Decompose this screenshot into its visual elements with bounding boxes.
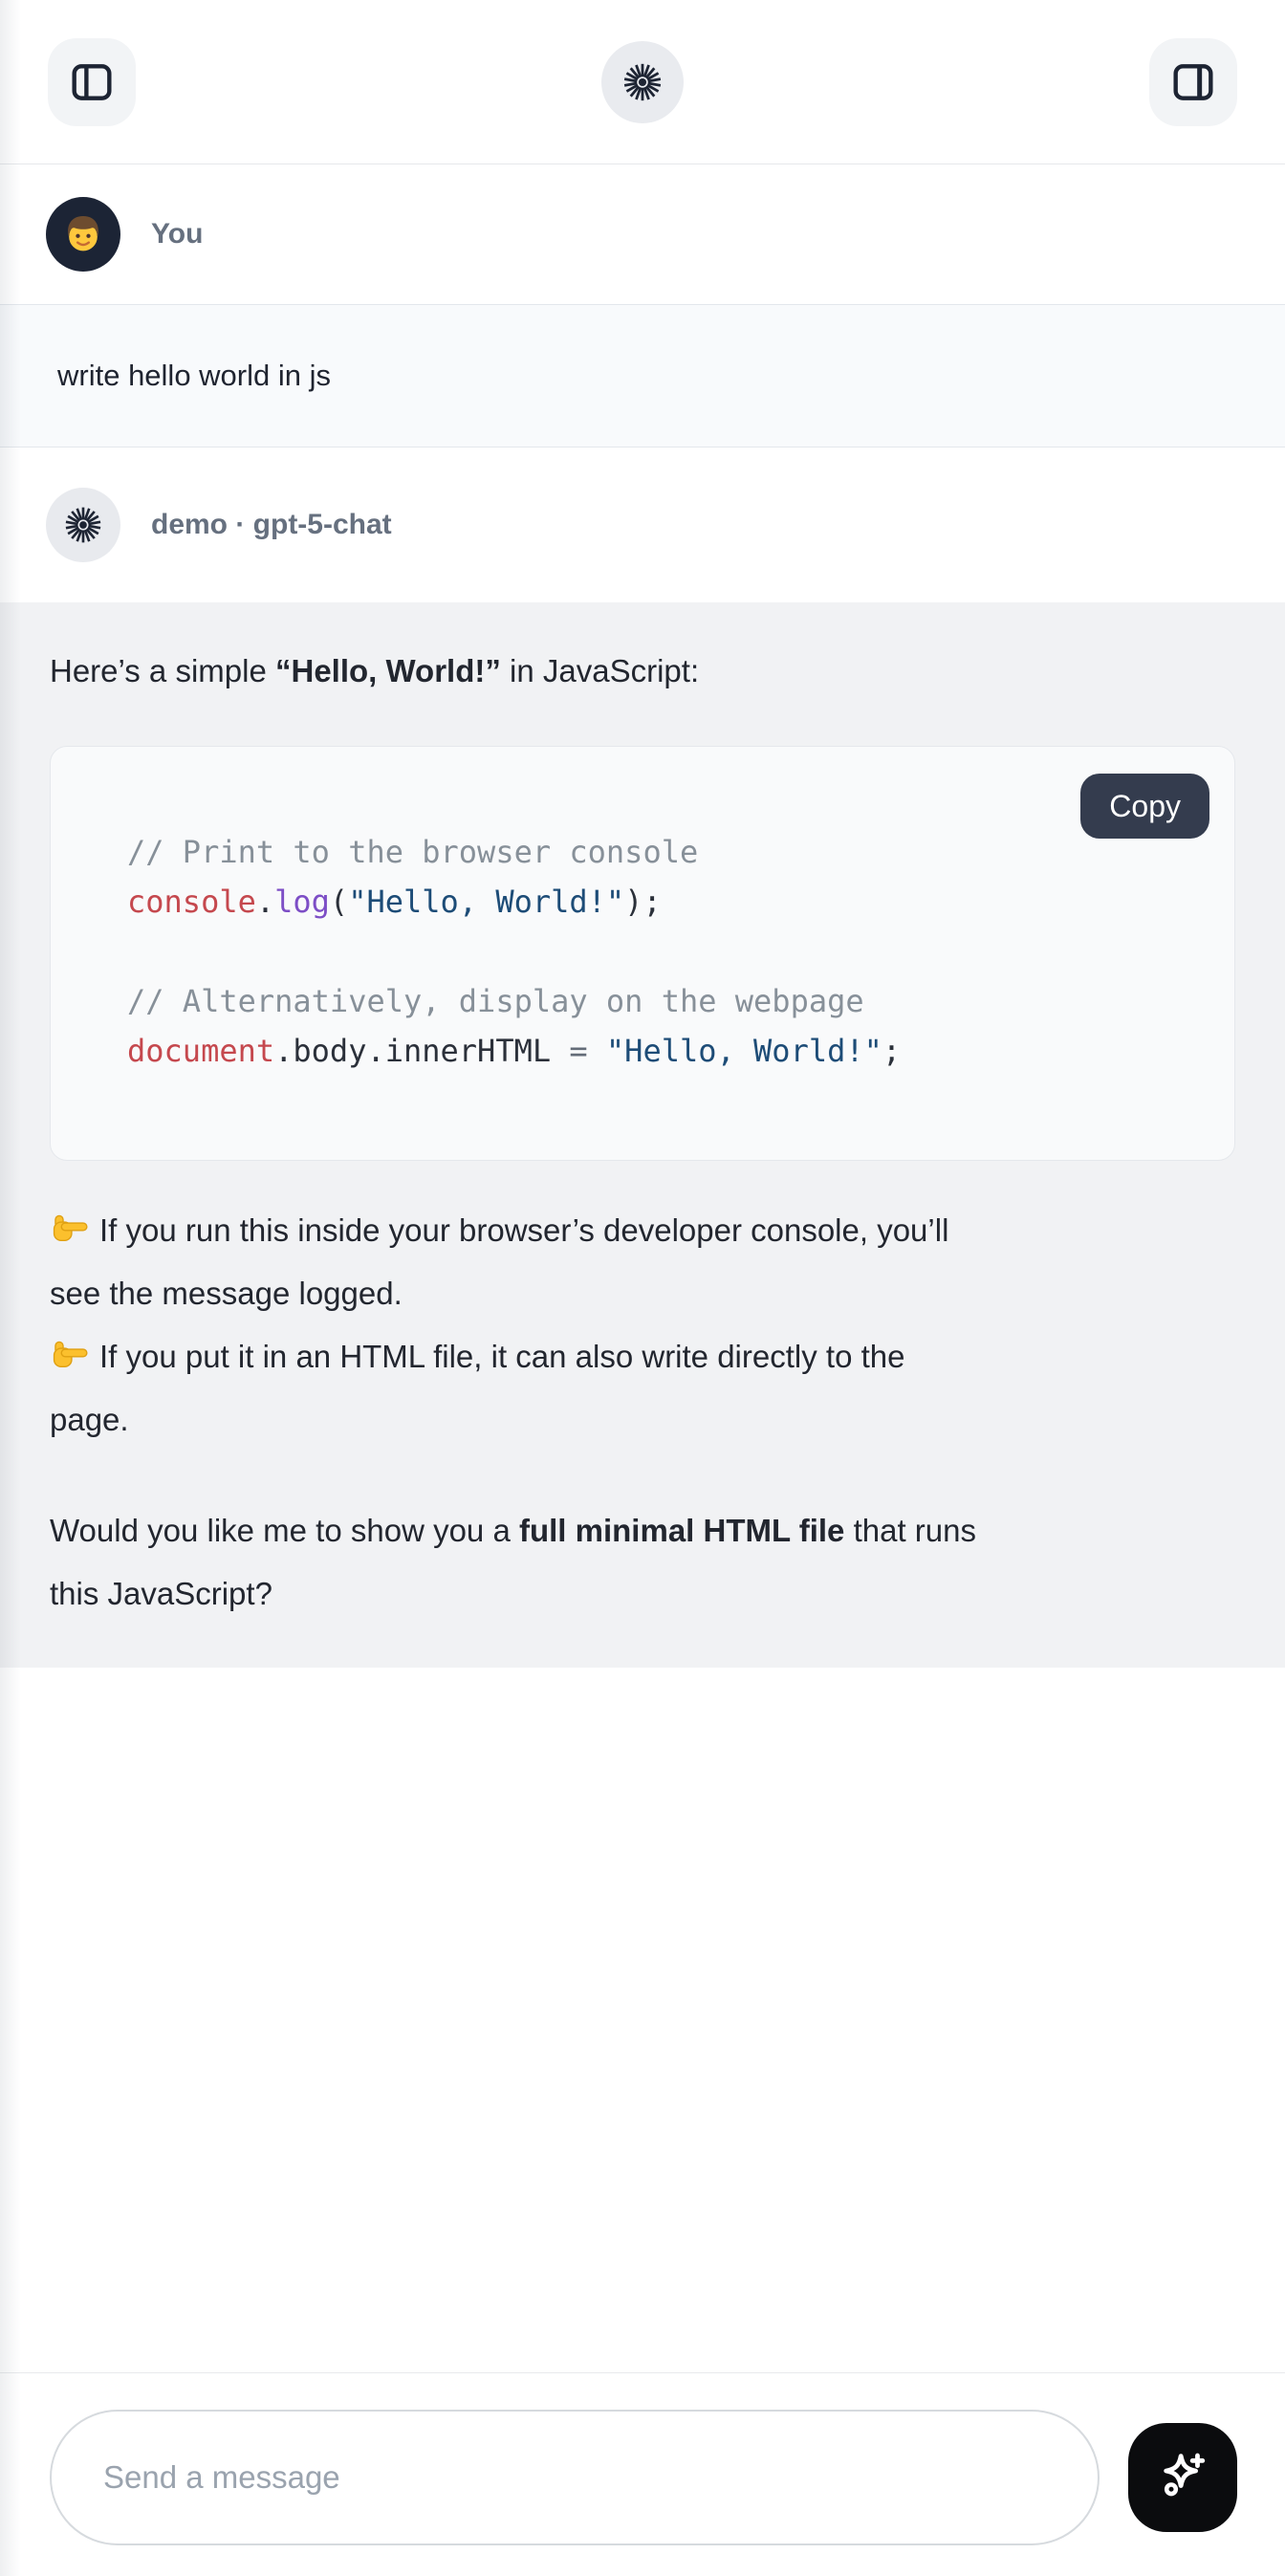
- toggle-sidebar-button[interactable]: [48, 38, 136, 126]
- assistant-closing-text: Would you like me to show you a full min…: [50, 1499, 1235, 1626]
- copy-button[interactable]: Copy: [1080, 774, 1209, 839]
- sidebar-right-icon: [1169, 58, 1217, 106]
- user-sender-label: You: [151, 218, 203, 251]
- code-content: // Print to the browser console console.…: [51, 747, 1234, 1160]
- empty-chat-space: [0, 1668, 1285, 2372]
- composer: [0, 2372, 1285, 2576]
- code-block: Copy // Print to the browser console con…: [50, 746, 1235, 1161]
- toggle-right-panel-button[interactable]: [1149, 38, 1237, 126]
- message-input[interactable]: [50, 2410, 1100, 2545]
- starburst-logo-icon: [621, 60, 664, 104]
- user-avatar: [46, 197, 120, 272]
- pointing-right-hand-emoji: [50, 1332, 90, 1372]
- user-message: write hello world in js: [0, 304, 1285, 448]
- assistant-sender-label: demo · gpt-5-chat: [151, 509, 392, 541]
- send-button[interactable]: [1128, 2423, 1237, 2532]
- pointing-right-hand-emoji: [50, 1206, 90, 1246]
- starburst-avatar-icon: [62, 504, 104, 546]
- person-emoji-icon: [54, 205, 113, 264]
- sidebar-left-icon: [68, 58, 116, 106]
- top-bar: [0, 0, 1285, 164]
- user-message-header: You: [0, 164, 1285, 304]
- user-message-text: write hello world in js: [57, 359, 331, 393]
- chat-app: You write hello world in js demo · gpt-5…: [0, 0, 1285, 2576]
- tip-text: If you put it in an HTML file, it can al…: [50, 1339, 904, 1437]
- assistant-message: Here’s a simple “Hello, World!” in JavaS…: [0, 602, 1285, 1668]
- assistant-message-header: demo · gpt-5-chat: [0, 448, 1285, 602]
- tips-paragraph: If you run this inside your browser’s de…: [50, 1199, 1235, 1452]
- assistant-intro-text: Here’s a simple “Hello, World!” in JavaS…: [50, 643, 1235, 700]
- assistant-avatar: [46, 488, 120, 562]
- tip-text: If you run this inside your browser’s de…: [50, 1212, 948, 1311]
- app-logo-button[interactable]: [601, 41, 684, 123]
- sparkle-icon: [1152, 2447, 1213, 2508]
